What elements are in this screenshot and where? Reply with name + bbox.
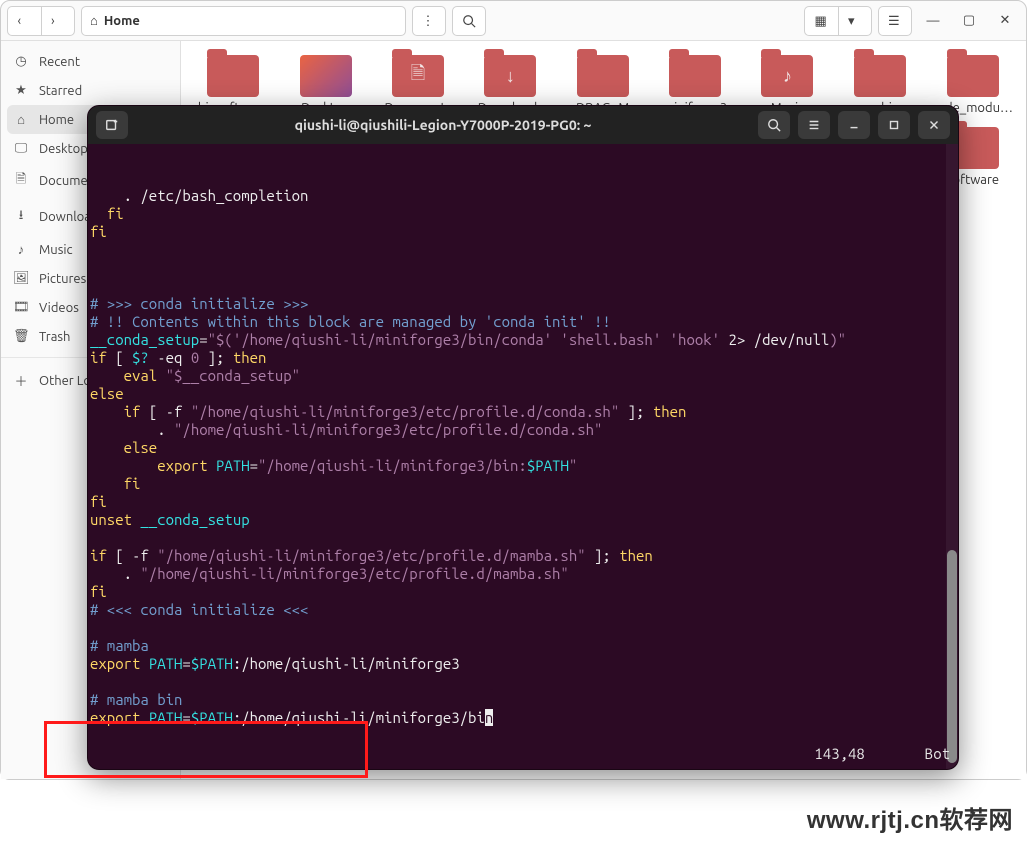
hamburger-icon: ☰ <box>888 14 902 28</box>
terminal-text: . /etc/bash_completion fifi # >>> conda … <box>90 187 951 727</box>
kebab-menu-button[interactable]: ⋮ <box>412 6 446 36</box>
new-tab-icon <box>105 118 119 132</box>
monitor-icon: 🖵 <box>13 141 29 156</box>
forward-button[interactable]: › <box>41 6 75 36</box>
sidebar-item-recent[interactable]: ◷ Recent <box>1 47 180 76</box>
close-button[interactable]: ✕ <box>990 6 1020 36</box>
star-icon: ★ <box>13 83 29 98</box>
clock-icon: ◷ <box>13 54 29 69</box>
sidebar-item-label: Pictures <box>39 272 86 286</box>
back-button[interactable]: ‹ <box>7 6 41 36</box>
maximize-icon <box>887 118 901 132</box>
folder-icon <box>854 55 906 97</box>
view-dropdown-button[interactable]: ▾ <box>838 6 872 36</box>
annotation-box <box>44 721 368 778</box>
minimize-icon: — <box>927 14 940 28</box>
new-tab-button[interactable] <box>96 111 128 139</box>
grid-view-button[interactable]: ▦ <box>804 6 838 36</box>
video-icon: 🎞 <box>13 300 29 315</box>
sidebar-item-label: Music <box>39 243 73 257</box>
folder-icon: ↓ <box>484 55 536 97</box>
doc-icon: 🗎 <box>13 170 29 192</box>
minimize-button[interactable]: — <box>918 6 948 36</box>
terminal-close-button[interactable] <box>918 111 950 139</box>
kebab-icon: ⋮ <box>422 14 436 28</box>
maximize-button[interactable]: ▢ <box>954 6 984 36</box>
folder-icon <box>300 55 352 97</box>
home-icon: ⌂ <box>13 112 29 127</box>
breadcrumb[interactable]: ⌂ Home <box>81 6 406 36</box>
view-mode-buttons: ▦ ▾ <box>804 6 872 36</box>
nav-buttons: ‹ › <box>7 6 75 36</box>
hamburger-menu-button[interactable]: ☰ <box>878 6 912 36</box>
folder-icon <box>669 55 721 97</box>
folder-icon: 🗎 <box>392 55 444 97</box>
folder-icon <box>207 55 259 97</box>
search-button[interactable] <box>452 6 486 36</box>
terminal-scrollbar[interactable] <box>946 144 958 769</box>
sidebar-item-label: Desktop <box>39 142 88 156</box>
trash-icon: 🗑 <box>13 329 29 344</box>
breadcrumb-label: Home <box>104 14 140 28</box>
search-icon <box>767 118 781 132</box>
terminal-title: qiushi-li@qiushili-Legion-Y7000P-2019-PG… <box>136 117 750 133</box>
folder-icon <box>947 55 999 97</box>
sidebar-item-label: Recent <box>39 55 80 69</box>
grid-icon: ▦ <box>815 14 829 28</box>
hamburger-icon <box>807 118 821 132</box>
sidebar-item-starred[interactable]: ★ Starred <box>1 76 180 105</box>
terminal-minimize-button[interactable] <box>838 111 870 139</box>
sidebar-item-label: Starred <box>39 84 82 98</box>
terminal-menu-button[interactable] <box>798 111 830 139</box>
sidebar-item-label: Trash <box>39 330 70 344</box>
folder-icon: ♪ <box>761 55 813 97</box>
terminal-maximize-button[interactable] <box>878 111 910 139</box>
minimize-icon <box>847 118 861 132</box>
terminal-search-button[interactable] <box>758 111 790 139</box>
chevron-down-icon: ▾ <box>848 14 862 28</box>
terminal-header: qiushi-li@qiushili-Legion-Y7000P-2019-PG… <box>88 106 958 144</box>
sidebar-item-label: Home <box>39 113 74 127</box>
image-icon: 🖼 <box>13 271 29 286</box>
scroll-position: Bot <box>925 745 950 763</box>
plus-icon: ＋ <box>13 371 29 390</box>
close-icon <box>927 118 941 132</box>
terminal-body[interactable]: . /etc/bash_completion fifi # >>> conda … <box>88 144 958 769</box>
search-icon <box>462 14 476 28</box>
music-icon: ♪ <box>13 242 29 257</box>
maximize-icon: ▢ <box>963 13 975 28</box>
scrollbar-thumb[interactable] <box>947 550 957 763</box>
down-icon: ⭳ <box>13 206 29 228</box>
chevron-left-icon: ‹ <box>18 14 32 28</box>
watermark-text: www.rjtj.cn软荐网 <box>807 800 1013 835</box>
chevron-right-icon: › <box>51 14 65 28</box>
folder-icon <box>577 55 629 97</box>
close-icon: ✕ <box>1000 13 1011 28</box>
cursor-position: 143,48 <box>814 745 864 763</box>
home-icon: ⌂ <box>90 13 98 28</box>
files-header: ‹ › ⌂ Home ⋮ ▦ ▾ ☰ — ▢ ✕ <box>1 1 1026 41</box>
terminal-window: qiushi-li@qiushili-Legion-Y7000P-2019-PG… <box>87 105 959 770</box>
sidebar-item-label: Videos <box>39 301 79 315</box>
